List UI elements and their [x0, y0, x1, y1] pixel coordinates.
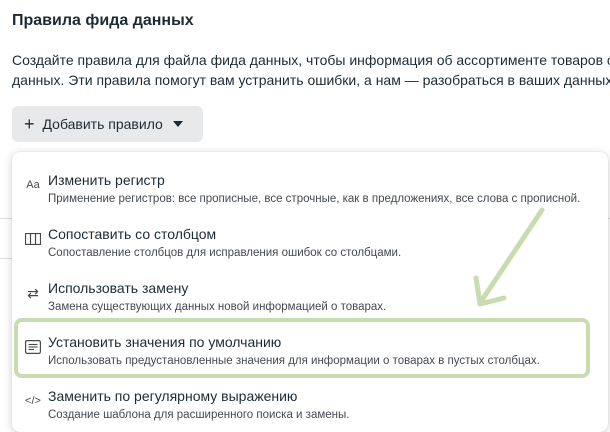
menu-item-title: Использовать замену: [48, 280, 189, 296]
text-case-icon: Aa: [26, 179, 40, 191]
description-line-1: Создайте правила для файла фида данных, …: [12, 52, 610, 68]
caret-down-icon: [172, 121, 183, 127]
menu-item-title: Установить значения по умолчанию: [48, 334, 282, 350]
menu-item-use-replacement[interactable]: ⇄ Использовать замену Замена существующи…: [12, 268, 608, 322]
menu-item-change-case[interactable]: Aa Изменить регистр Применение регистров…: [12, 160, 608, 214]
page-description: Создайте правила для файла фида данных, …: [12, 50, 610, 90]
add-rule-label: Добавить правило: [42, 116, 163, 132]
background-divider-left: [0, 258, 12, 259]
menu-item-regex-replace[interactable]: </> Заменить по регулярному выражению Со…: [12, 376, 608, 430]
code-icon: </>: [25, 395, 41, 407]
columns-icon: [22, 228, 44, 250]
add-rule-button[interactable]: + Добавить правило: [12, 106, 203, 142]
menu-item-subtitle: Сопоставление столбцов для исправления о…: [48, 247, 402, 259]
page-title: Правила фида данных: [12, 12, 194, 29]
add-rule-dropdown-menu: Aa Изменить регистр Применение регистров…: [12, 152, 608, 432]
menu-item-set-defaults[interactable]: Установить значения по умолчанию Использ…: [12, 322, 608, 376]
menu-item-title: Сопоставить со столбцом: [48, 226, 217, 242]
description-line-2: данных. Эти правила помогут вам устранит…: [12, 72, 610, 88]
menu-item-map-column[interactable]: Сопоставить со столбцом Сопоставление ст…: [12, 214, 608, 268]
plus-icon: +: [24, 114, 35, 134]
menu-item-subtitle: Замена существующих данных новой информа…: [48, 301, 387, 313]
menu-item-title: Заменить по регулярному выражению: [48, 388, 298, 404]
default-values-icon: [22, 336, 44, 358]
swap-icon: ⇄: [27, 284, 39, 301]
menu-item-title: Изменить регистр: [48, 172, 165, 188]
menu-item-subtitle: Применение регистров: все прописные, все…: [48, 193, 581, 205]
menu-item-subtitle: Создание шаблона для расширенного поиска…: [48, 409, 350, 421]
menu-item-subtitle: Использовать предустановленные значения …: [48, 355, 540, 367]
